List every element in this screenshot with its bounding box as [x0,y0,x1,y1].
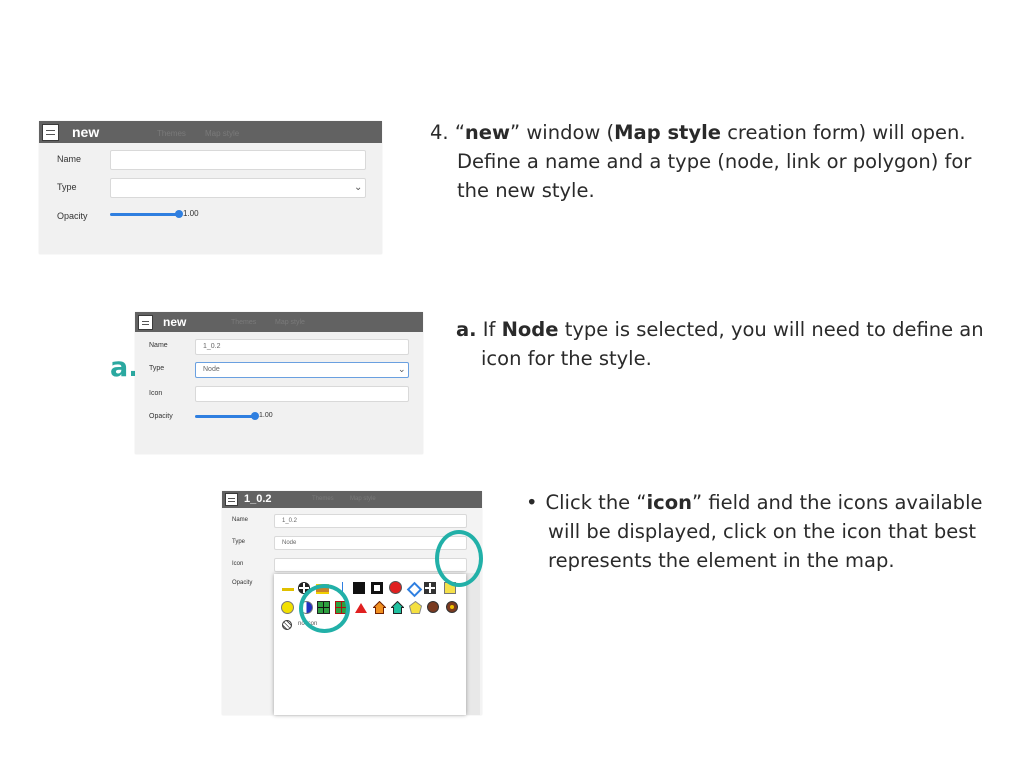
step-a-text-2: type is selected, you will need to defin… [558,318,984,341]
opacity-slider-track[interactable] [110,213,180,216]
type-select[interactable]: Node [195,362,409,378]
type-label: Type [149,365,165,372]
opacity-slider-thumb[interactable] [175,210,183,218]
teal-house-icon[interactable] [390,600,405,614]
scrollbar[interactable] [466,573,480,715]
opacity-label: Opacity [57,211,88,221]
chevron-down-icon: ⌄ [398,364,406,374]
name-label: Name [232,517,249,523]
map-style-form-screenshot-2: new Themes Map style Name 1_0.2 Type Nod… [135,312,423,454]
yellow-line-icon[interactable] [282,588,294,591]
step-a-instruction: a. If Node type is selected, you will ne… [456,315,1016,373]
name-label: Name [149,342,168,349]
red-circle-icon[interactable] [389,581,402,594]
type-select[interactable] [110,178,366,198]
ghost-tab-themes: Themes [231,319,257,326]
name-input[interactable] [110,150,366,170]
blue-diamond-icon[interactable] [406,581,423,598]
ghost-tab-themes: Themes [157,129,186,138]
highlight-ring-selected-icon [299,584,350,633]
map-style-form-screenshot-1: new Themes Map style Name Type ⌄ Opacity… [39,121,382,254]
quote-open: “ [454,121,465,144]
black-square-icon[interactable] [353,582,365,594]
ghost-tab-map-style: Map style [205,129,240,138]
step-4-text-2: creation form) will open. [721,121,966,144]
window-title: new [163,315,187,329]
bullet-text-1: Click the “ [545,491,647,514]
form-window-icon [138,315,153,330]
no-icon-icon[interactable] [282,620,292,630]
name-input[interactable]: 1_0.2 [274,514,467,528]
node-keyword: Node [501,318,559,341]
bullet-line-3: represents the element in the map. [548,549,895,572]
hollow-square-icon[interactable] [371,582,383,594]
name-label: Name [57,154,82,164]
bullet-text-2: ” field and the icons available [692,491,983,514]
icon-keyword: icon [646,491,693,514]
bullet-instruction: • Click the “icon” field and the icons av… [526,488,1006,575]
opacity-slider-track[interactable] [195,415,255,418]
yellow-pentagon-icon[interactable] [408,600,423,614]
opacity-label: Opacity [232,580,253,586]
step-a-line-1: a. If Node type is selected, you will ne… [456,315,1016,344]
step-a-label: a. [456,318,477,341]
new-keyword: new [464,121,511,144]
step-4-instruction: 4. “new” window (Map style creation form… [430,118,1000,205]
step-4-number: 4. [430,121,449,144]
form-window-icon [225,493,238,506]
name-input[interactable]: 1_0.2 [195,339,409,355]
step-a-text-1: If [476,318,502,341]
bullet-dot: • [526,491,538,514]
ghost-tab-map-style: Map style [275,319,305,326]
icon-input[interactable] [195,386,409,402]
icon-label: Icon [232,561,244,567]
opacity-value: 1.00 [183,209,199,218]
chevron-down-icon: ⌄ [354,182,363,193]
ghost-tab-map-style: Map style [350,496,376,502]
red-triangle-icon[interactable] [355,603,367,613]
yellow-circle-icon[interactable] [281,601,294,614]
ghost-tab-themes: Themes [312,496,334,502]
window-title: 1_0.2 [244,493,272,505]
step-4-line-2: Define a name and a type (node, link or … [457,150,972,173]
form-window-icon [42,124,59,141]
step-4-line-3: the new style. [457,179,595,202]
highlight-ring-icon-field [435,530,483,587]
type-label: Type [232,539,246,545]
type-label: Type [57,182,77,192]
orange-house-icon[interactable] [372,600,387,614]
step-a-line-2: icon for the style. [481,347,652,370]
opacity-label: Opacity [149,413,173,420]
opacity-value: 1.00 [259,412,273,419]
bullet-line-2: will be displayed, click on the icon tha… [548,520,977,543]
brown-circle-icon[interactable] [427,601,439,613]
step-4-line-1: 4. “new” window (Map style creation form… [430,118,1000,147]
map-style-keyword: Map style [614,121,722,144]
step-4-text-1: ” window ( [510,121,615,144]
icon-label: Icon [149,390,163,397]
opacity-slider-thumb[interactable] [251,412,259,420]
bullet-line-1: • Click the “icon” field and the icons av… [526,488,1006,517]
brown-dot-circle-icon[interactable] [446,601,458,613]
window-title: new [72,124,100,140]
cross-square-icon[interactable] [424,582,436,594]
